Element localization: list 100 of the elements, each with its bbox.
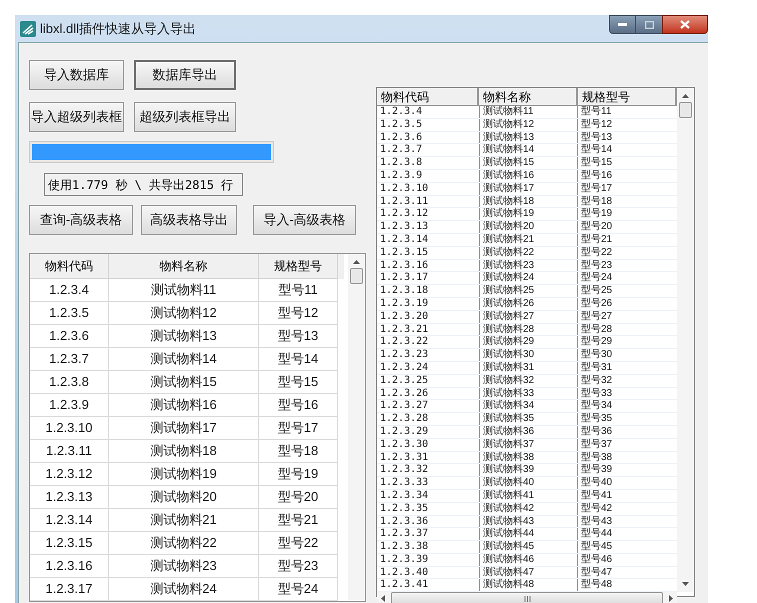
list-cell-text: 1.2.3.20 [379, 310, 430, 323]
table-cell: 测试物料11 [109, 279, 259, 302]
scrollbar[interactable] [348, 254, 365, 600]
list-cell-text: 1.2.3.41 [379, 579, 430, 592]
list-cell-text: 1.2.3.30 [379, 438, 430, 451]
table-cell: 型号23 [259, 555, 338, 578]
list-cell-text: 型号15 [580, 157, 614, 169]
list-cell: 测试物料26 [479, 298, 578, 310]
list-cell-text: 型号33 [580, 388, 614, 400]
list-cell-text: 型号19 [580, 208, 614, 220]
push-button[interactable]: 导入超级列表框 [29, 102, 124, 132]
scroll-down-icon[interactable] [682, 582, 689, 586]
list-cell: 测试物料20 [479, 221, 578, 233]
list-cell-text: 1.2.3.9 [379, 170, 424, 182]
list-cell: 测试物料38 [479, 452, 578, 464]
scroll-up-icon[interactable] [682, 94, 689, 98]
table-cell: 测试物料16 [109, 394, 259, 417]
list-cell: 测试物料43 [479, 516, 578, 528]
table-cell: 1.2.3.12 [30, 463, 109, 486]
list-cell-text: 型号42 [580, 502, 614, 514]
list-cell-text: 型号20 [580, 221, 614, 233]
list-cell-text: 1.2.3.7 [379, 144, 424, 156]
list-cell-text: 型号47 [580, 566, 614, 578]
list-cell: 测试物料11 [479, 106, 578, 118]
table-cell: 1.2.3.13 [30, 486, 109, 509]
column-header[interactable]: 规格型号 [259, 254, 338, 279]
push-button[interactable]: 导入数据库 [29, 60, 124, 90]
list-cell: 测试物料24 [479, 272, 578, 284]
column-header[interactable]: 物料代码 [377, 88, 479, 106]
list-cell-text: 1.2.3.8 [379, 157, 424, 169]
scroll-up-icon[interactable] [353, 260, 360, 264]
list-cell-text: 型号28 [580, 324, 614, 336]
close-button[interactable] [662, 15, 708, 34]
table-cell: 型号12 [259, 302, 338, 325]
list-cell-text: 1.2.3.17 [379, 272, 430, 284]
list-cell-text: 型号31 [580, 362, 614, 374]
table-cell: 型号22 [259, 532, 338, 555]
minimize-button[interactable] [609, 15, 636, 34]
push-button[interactable]: 超级列表框导出 [134, 102, 236, 132]
list-cell-text: 1.2.3.22 [379, 336, 430, 348]
list-cell-text: 型号16 [580, 170, 614, 182]
list-cell-text: 1.2.3.5 [379, 118, 424, 131]
scroll-thumb[interactable] [679, 102, 692, 118]
table-cell: 测试物料15 [109, 371, 259, 394]
list-cell-text: 1.2.3.14 [379, 234, 430, 246]
list-cell: 测试物料47 [479, 566, 578, 578]
push-button[interactable]: 数据库导出 [134, 60, 236, 90]
status-label: 使用1.779 秒 \ 共导出2815 行 [44, 173, 243, 196]
list-cell: 测试物料30 [479, 349, 578, 361]
list-cell: 测试物料44 [479, 528, 578, 540]
table-cell: 1.2.3.8 [30, 371, 109, 394]
list-cell-text: 1.2.3.11 [379, 196, 430, 208]
list-cell: 测试物料39 [479, 464, 578, 476]
list-cell: 测试物料18 [479, 196, 578, 208]
list-cell-text: 1.2.3.33 [379, 477, 430, 489]
column-header[interactable]: 物料代码 [30, 254, 109, 279]
scroll-right-icon[interactable] [669, 595, 673, 602]
list-cell-text: 型号18 [580, 196, 614, 208]
list-cell: 测试物料36 [479, 426, 578, 438]
list-cell: 测试物料29 [479, 336, 578, 348]
list-cell: 测试物料28 [479, 324, 578, 336]
scroll-left-icon[interactable] [381, 595, 385, 602]
list-cell-text: 型号27 [580, 310, 614, 323]
column-header[interactable]: 物料名称 [109, 254, 259, 279]
table-cell: 1.2.3.7 [30, 348, 109, 371]
table-cell: 测试物料12 [109, 302, 259, 325]
column-header[interactable]: 物料名称 [479, 88, 578, 106]
list-cell-text: 1.2.3.31 [379, 452, 430, 464]
table-cell: 测试物料19 [109, 463, 259, 486]
maximize-icon [644, 20, 654, 28]
list-cell-text: 1.2.3.16 [379, 260, 430, 272]
push-button[interactable]: 导入-高级表格 [253, 205, 356, 235]
list-cell-text: 1.2.3.37 [379, 528, 430, 540]
list-cell-text: 型号36 [580, 426, 614, 438]
table-cell: 型号11 [259, 279, 338, 302]
list-cell: 测试物料17 [479, 182, 578, 195]
list-cell-text: 型号46 [580, 554, 614, 566]
list-cell-text: 1.2.3.36 [379, 516, 430, 528]
table-cell: 型号18 [259, 440, 338, 463]
table-cell: 1.2.3.11 [30, 440, 109, 463]
list-cell-text: 1.2.3.12 [379, 208, 430, 220]
list-cell-text: 型号39 [580, 464, 614, 476]
scroll-thumb[interactable] [350, 268, 363, 284]
list-cell: 测试物料48 [479, 579, 578, 592]
list-cell-text: 型号41 [580, 490, 614, 502]
list-cell-text: 型号32 [580, 374, 614, 387]
list-cell: 测试物料14 [479, 144, 578, 156]
list-cell: 测试物料40 [479, 477, 578, 489]
list-cell-text: 型号40 [580, 477, 614, 489]
maximize-button[interactable] [636, 15, 662, 34]
list-cell-text: 型号23 [580, 260, 614, 272]
push-button[interactable]: 高级表格导出 [141, 205, 237, 235]
list-cell-text: 型号21 [580, 234, 614, 246]
list-cell-text: 型号48 [580, 579, 614, 592]
minimize-icon [618, 23, 627, 26]
table-cell: 型号19 [259, 463, 338, 486]
table-cell: 测试物料18 [109, 440, 259, 463]
push-button[interactable]: 查询-高级表格 [29, 205, 133, 235]
list-cell: 测试物料15 [479, 157, 578, 169]
list-cell-text: 型号34 [580, 400, 614, 412]
